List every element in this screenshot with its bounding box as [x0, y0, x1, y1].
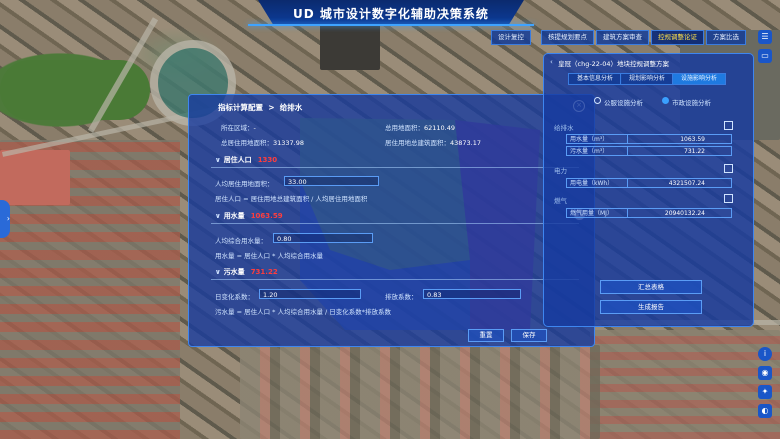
per-capita-land-label: 人均居住用地面积： [215, 180, 274, 188]
row-gas-usage: 燃气用量（MJ） 20940132.24 [566, 208, 732, 218]
per-capita-land-input[interactable]: 33.00 [284, 176, 379, 186]
panel-back-icon[interactable]: ‹ [550, 58, 553, 66]
sewage-formula: 污水量 = 居住人口 * 人均综合用水量 / 日变化系数*排放系数 [215, 308, 392, 316]
reset-button[interactable]: 重置 [468, 329, 504, 342]
daily-variation-input[interactable]: 1.20 [259, 289, 361, 299]
row-sewage: 污水量（m³） 731.22 [566, 146, 732, 156]
area-label: 所在区域：- [221, 124, 256, 132]
dialog-subtitle: 给排水 [279, 103, 303, 112]
population-value: 1330 [257, 156, 278, 164]
res-build-label: 居住用地总建筑面积：43873.17 [385, 139, 482, 147]
summary-table-button[interactable]: 汇总表格 [600, 280, 702, 294]
row-power-usage: 用电量（kWh） 4321507.24 [566, 178, 732, 188]
per-capita-water-input[interactable]: 0.80 [273, 233, 373, 243]
table-icon[interactable] [724, 121, 733, 130]
row-water-usage: 用水量（m³） 1063.59 [566, 134, 732, 144]
dialog-header: 指标计算配置 > 给排水 × [189, 95, 594, 115]
divider [211, 223, 579, 224]
radio-public-facility[interactable] [594, 97, 601, 104]
table-icon[interactable] [724, 164, 733, 173]
chevron-down-icon: ∨ [215, 268, 221, 276]
section-gas: 燃气 [554, 197, 567, 205]
indicator-config-dialog: 指标计算配置 > 给排水 × 所在区域：- 总用地面积：62110.49 总居住… [188, 94, 595, 347]
total-land-label: 总用地面积：62110.49 [385, 124, 456, 132]
per-capita-water-label: 人均综合用水量： [215, 237, 267, 245]
chevron-down-icon: ∨ [215, 156, 221, 164]
table-icon[interactable] [724, 194, 733, 203]
dialog-title: 指标计算配置 > 给排水 [218, 103, 303, 112]
section-power: 电力 [554, 167, 567, 175]
section-sewage[interactable]: ∨ 污水量 731.22 [215, 267, 278, 277]
radio-municipal-facility-label: 市政设施分析 [672, 99, 711, 107]
sewage-value: 731.22 [250, 268, 278, 276]
save-button[interactable]: 保存 [511, 329, 547, 342]
water-formula: 用水量 = 居住人口 * 人均综合用水量 [215, 252, 323, 260]
panel-title: 皇冠（chg-22-04）地块控规调整方案 [558, 60, 670, 68]
section-population[interactable]: ∨ 居住人口 1330 [215, 155, 277, 165]
radio-municipal-facility[interactable] [662, 97, 669, 104]
population-formula: 居住人口 = 居住用地总建筑面积 / 人均居住用地面积 [215, 195, 368, 203]
tab-basic-info[interactable]: 基本信息分析 [568, 73, 622, 85]
total-res-label: 总居住用地面积：31337.98 [221, 139, 305, 147]
section-water[interactable]: ∨ 用水量 1063.59 [215, 211, 283, 221]
tab-planning-impact[interactable]: 规划影响分析 [620, 73, 674, 85]
radio-public-facility-label: 公服设施分析 [604, 99, 643, 107]
daily-variation-label: 日变化系数： [215, 293, 254, 301]
tab-facility-impact[interactable]: 设施影响分析 [672, 73, 726, 85]
water-value: 1063.59 [250, 212, 283, 220]
divider [211, 279, 579, 280]
discharge-input[interactable]: 0.83 [423, 289, 521, 299]
discharge-label: 排放系数： [385, 293, 418, 301]
plot-analysis-panel: ‹ 皇冠（chg-22-04）地块控规调整方案 基本信息分析 规划影响分析 设施… [543, 53, 754, 327]
chevron-down-icon: ∨ [215, 212, 221, 220]
section-water-supply: 给排水 [554, 124, 574, 132]
divider [211, 167, 579, 168]
generate-report-button[interactable]: 生成报告 [600, 300, 702, 314]
